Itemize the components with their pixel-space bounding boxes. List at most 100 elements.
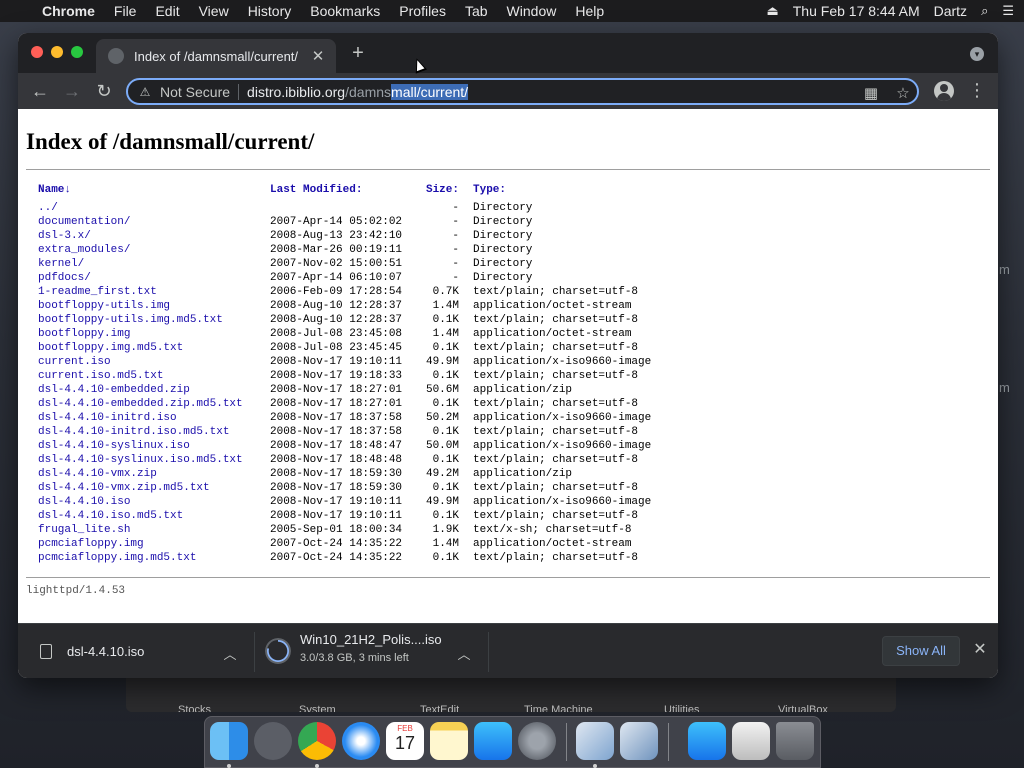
menu-profiles[interactable]: Profiles: [399, 3, 446, 19]
tab-active[interactable]: Index of /damnsmall/current/ ✕: [96, 39, 336, 73]
file-link[interactable]: dsl-4.4.10-initrd.iso: [38, 411, 177, 425]
download-item-2[interactable]: Win10_21H2_Polis....iso 3.0/3.8 GB, 3 mi…: [255, 624, 488, 678]
file-link[interactable]: dsl-4.4.10-embedded.zip.md5.txt: [38, 397, 243, 411]
file-link[interactable]: bootfloppy.img.md5.txt: [38, 341, 183, 355]
file-link[interactable]: dsl-4.4.10-vmx.zip: [38, 467, 157, 481]
size-cell: 1.9K: [432, 524, 459, 536]
window-minimize-button[interactable]: [51, 46, 63, 58]
download-item-1[interactable]: dsl-4.4.10.iso ︿: [18, 624, 254, 678]
type-cell: application/x-iso9660-image: [473, 356, 652, 368]
sort-by-name-link[interactable]: Name↓: [38, 183, 71, 197]
new-tab-plus-icon[interactable]: +: [348, 43, 368, 63]
tab-close-icon[interactable]: ✕: [310, 47, 326, 65]
calendar-icon[interactable]: FEB 17: [386, 722, 424, 760]
file-link[interactable]: dsl-4.4.10-syslinux.iso: [38, 439, 190, 453]
app-store-icon[interactable]: [474, 722, 512, 760]
file-link[interactable]: frugal_lite.sh: [38, 523, 130, 537]
menu-edit[interactable]: Edit: [155, 3, 179, 19]
type-cell: text/plain; charset=utf-8: [473, 426, 639, 438]
menu-help[interactable]: Help: [575, 3, 604, 19]
forward-arrow-icon[interactable]: →: [62, 81, 82, 101]
chrome-icon[interactable]: [298, 722, 336, 760]
file-link[interactable]: kernel/: [38, 257, 84, 271]
type-cell: Directory: [473, 244, 533, 256]
bookmark-star-icon[interactable]: ☆: [894, 84, 912, 102]
size-cell: -: [452, 230, 459, 242]
file-link[interactable]: pdfdocs/: [38, 271, 91, 285]
type-cell: Directory: [473, 258, 533, 270]
file-link[interactable]: extra_modules/: [38, 243, 130, 257]
safari-icon[interactable]: [342, 722, 380, 760]
sort-by-modified-link[interactable]: Last Modified:: [270, 183, 362, 197]
file-link[interactable]: dsl-4.4.10.iso: [38, 495, 130, 509]
not-secure-warning-icon[interactable]: ⚠: [138, 85, 152, 99]
sort-by-size-link[interactable]: Size:: [424, 183, 459, 197]
size-cell: 1.4M: [432, 328, 459, 340]
tab-search-chevron-icon[interactable]: ▾: [970, 47, 984, 61]
launchpad-icon[interactable]: [254, 722, 292, 760]
file-link[interactable]: dsl-4.4.10-vmx.zip.md5.txt: [38, 481, 210, 495]
file-link[interactable]: dsl-3.x/: [38, 229, 91, 243]
preview-icon[interactable]: [732, 722, 770, 760]
profile-avatar-icon[interactable]: [934, 81, 954, 101]
file-link[interactable]: bootfloppy-utils.img.md5.txt: [38, 313, 223, 327]
app-store-download-icon[interactable]: [688, 722, 726, 760]
file-link[interactable]: bootfloppy.img: [38, 327, 130, 341]
file-link[interactable]: current.iso.md5.txt: [38, 369, 163, 383]
file-link[interactable]: 1-readme_first.txt: [38, 285, 157, 299]
control-center-icon[interactable]: ☰: [1002, 3, 1014, 19]
download-options-chevron-up-icon[interactable]: ︿: [223, 644, 237, 663]
file-link[interactable]: ../: [38, 201, 58, 215]
file-link[interactable]: dsl-4.4.10-initrd.iso.md5.txt: [38, 425, 229, 439]
size-cell: 50.0M: [425, 440, 459, 452]
reload-icon[interactable]: ↻: [94, 81, 114, 101]
menu-view[interactable]: View: [199, 3, 229, 19]
table-row: ../ - Directory: [38, 201, 698, 215]
virtualbox-icon[interactable]: [576, 722, 614, 760]
file-link[interactable]: bootfloppy-utils.img: [38, 299, 170, 313]
back-arrow-icon[interactable]: ←: [30, 81, 50, 101]
address-bar[interactable]: ⚠ Not Secure distro.ibiblio.org/damnsmal…: [126, 78, 919, 105]
file-link[interactable]: dsl-4.4.10.iso.md5.txt: [38, 509, 183, 523]
file-link[interactable]: dsl-4.4.10-embedded.zip: [38, 383, 190, 397]
bg-label-stocks: Stocks: [178, 704, 212, 712]
file-link[interactable]: dsl-4.4.10-syslinux.iso.md5.txt: [38, 453, 243, 467]
bottom-divider: [26, 577, 990, 578]
notes-icon[interactable]: [430, 722, 468, 760]
table-row: pcmciafloppy.img 2007-Oct-24 14:35:22 1.4M…: [38, 537, 698, 551]
virtualbox-vm-icon[interactable]: [620, 722, 658, 760]
qr-code-icon[interactable]: ▦: [862, 84, 880, 102]
system-preferences-icon[interactable]: [518, 722, 556, 760]
size-cell: 0.1K: [432, 482, 459, 494]
file-link[interactable]: pcmciafloppy.img.md5.txt: [38, 551, 196, 565]
modified-cell: 2007-Apr-14 06:10:07: [270, 272, 403, 284]
menu-history[interactable]: History: [248, 3, 292, 19]
menu-bar-clock[interactable]: Thu Feb 17 8:44 AM: [793, 3, 920, 19]
modified-cell: 2008-Nov-17 18:27:01: [270, 398, 403, 410]
spotlight-search-icon[interactable]: ⌕: [981, 3, 988, 19]
menu-app-name[interactable]: Chrome: [42, 3, 95, 19]
url-text[interactable]: distro.ibiblio.org/damnsmall/current/: [247, 83, 469, 100]
menu-bar-user[interactable]: Dartz: [934, 3, 967, 19]
size-cell: -: [452, 272, 459, 284]
menu-bookmarks[interactable]: Bookmarks: [310, 3, 380, 19]
menu-window[interactable]: Window: [507, 3, 557, 19]
table-row: bootfloppy.img.md5.txt 2008-Jul-08 23:45:…: [38, 341, 698, 355]
menu-file[interactable]: File: [114, 3, 137, 19]
show-all-downloads-button[interactable]: Show All: [882, 636, 960, 666]
file-link[interactable]: pcmciafloppy.img: [38, 537, 144, 551]
window-close-button[interactable]: [31, 46, 43, 58]
finder-icon[interactable]: [210, 722, 248, 760]
file-link[interactable]: current.iso: [38, 355, 111, 369]
sort-by-type-link[interactable]: Type:: [473, 183, 506, 197]
file-link[interactable]: documentation/: [38, 215, 130, 229]
download-options-chevron-up-icon[interactable]: ︿: [457, 644, 471, 663]
listing-header-row: Name↓ Last Modified: Size: Type:: [38, 183, 698, 197]
close-download-shelf-icon[interactable]: ✕: [971, 641, 989, 659]
security-chip-label[interactable]: Not Secure: [160, 84, 230, 100]
eject-icon[interactable]: ⏏: [766, 3, 778, 19]
window-zoom-button[interactable]: [71, 46, 83, 58]
menu-tab[interactable]: Tab: [465, 3, 488, 19]
trash-icon[interactable]: [776, 722, 814, 760]
chrome-menu-kebab-icon[interactable]: ⋮: [968, 80, 986, 100]
